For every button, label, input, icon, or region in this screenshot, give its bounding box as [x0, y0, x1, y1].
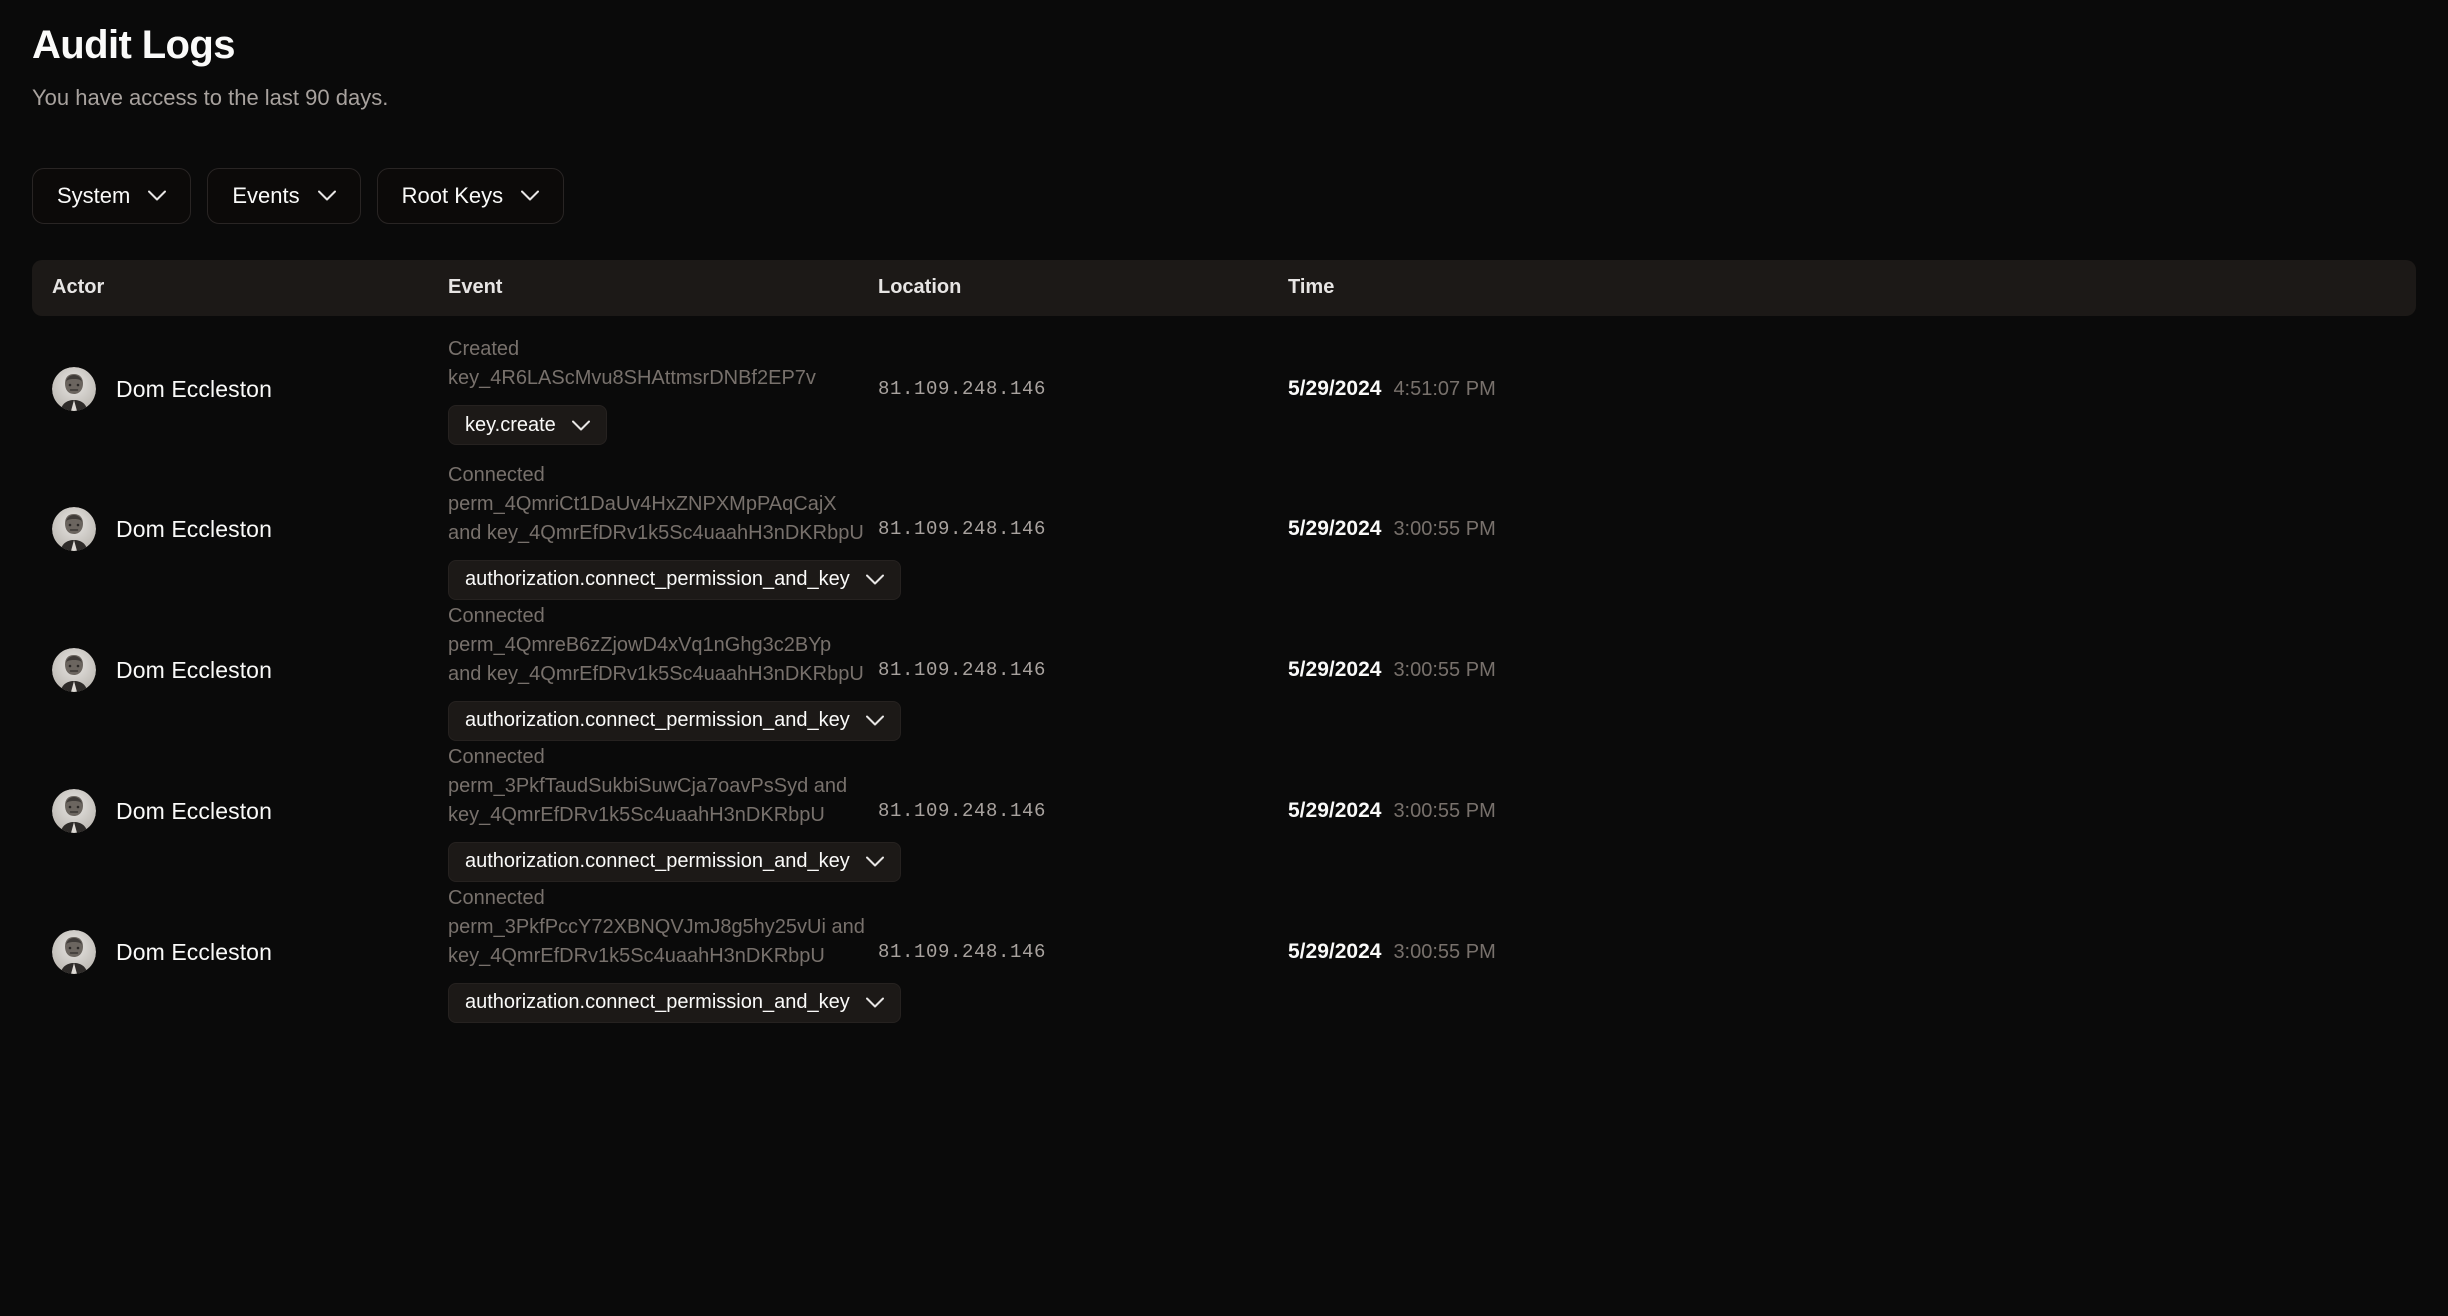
filter-system-label: System: [57, 182, 131, 208]
column-header-actor: Actor: [52, 276, 105, 299]
time-cell: 5/29/2024 4:51:07 PM: [1288, 377, 2416, 401]
location-ip: 81.109.248.146: [878, 378, 1047, 401]
filter-bar: System Events Root Keys: [32, 167, 2416, 224]
column-header-event: Event: [448, 276, 503, 299]
time-date: 5/29/2024: [1288, 658, 1382, 682]
event-type-badge[interactable]: key.create: [448, 405, 607, 446]
page-title: Audit Logs: [32, 23, 235, 67]
table-row[interactable]: Dom Eccleston Connected perm_4QmreB6zZjo…: [32, 600, 2416, 741]
event-description: Connected perm_3PkfPccY72XBNQVJmJ8g5hy25…: [448, 886, 865, 967]
time-clock: 4:51:07 PM: [1393, 378, 1496, 401]
event-type-badge[interactable]: authorization.connect_permission_and_key: [448, 841, 901, 882]
location-ip: 81.109.248.146: [878, 659, 1047, 682]
table-row[interactable]: Dom Eccleston Connected perm_3PkfTaudSuk…: [32, 741, 2416, 882]
filter-root-keys-label: Root Keys: [401, 182, 504, 208]
audit-logs-page: Audit Logs You have access to the last 9…: [0, 0, 2448, 1316]
filter-system-button[interactable]: System: [32, 167, 192, 224]
event-description: Connected perm_4QmriCt1DaUv4HxZNPXMpPAqC…: [448, 463, 864, 544]
column-header-time: Time: [1288, 276, 1335, 299]
event-type-label: authorization.connect_permission_and_key: [465, 568, 850, 591]
table-row[interactable]: Dom Eccleston Connected perm_3PkfPccY72X…: [32, 882, 2416, 1023]
avatar: [52, 648, 96, 693]
table-row[interactable]: Dom Eccleston Created key_4R6LAScMvu8SHA…: [32, 320, 2416, 459]
event-type-label: authorization.connect_permission_and_key: [465, 991, 850, 1014]
chevron-down-icon: [865, 715, 884, 726]
table-row[interactable]: Dom Eccleston Connected perm_4QmriCt1DaU…: [32, 459, 2416, 600]
actor-name: Dom Eccleston: [116, 375, 272, 402]
page-header: Audit Logs You have access to the last 9…: [32, 0, 2416, 113]
event-cell: Connected perm_3PkfPccY72XBNQVJmJ8g5hy25…: [448, 882, 901, 1023]
event-description: Connected perm_4QmreB6zZjowD4xVq1nGhg3c2…: [448, 604, 864, 685]
time-date: 5/29/2024: [1288, 377, 1382, 401]
avatar: [52, 930, 96, 975]
filter-root-keys-button[interactable]: Root Keys: [376, 167, 565, 224]
table-header-row: Actor Event Location Time: [32, 259, 2416, 316]
chevron-down-icon: [865, 574, 884, 585]
event-cell: Connected perm_4QmreB6zZjowD4xVq1nGhg3c2…: [448, 600, 901, 741]
chevron-down-icon: [865, 997, 884, 1008]
location-ip: 81.109.248.146: [878, 941, 1047, 964]
chevron-down-icon: [148, 190, 167, 201]
actor-cell: Dom Eccleston: [52, 930, 448, 975]
time-cell: 5/29/2024 3:00:55 PM: [1288, 940, 2416, 964]
event-cell: Created key_4R6LAScMvu8SHAttmsrDNBf2EP7v…: [448, 333, 878, 446]
chevron-down-icon: [521, 190, 540, 201]
time-clock: 3:00:55 PM: [1393, 659, 1496, 682]
avatar: [52, 367, 96, 412]
event-description: Connected perm_3PkfTaudSukbiSuwCja7oavPs…: [448, 745, 848, 826]
event-cell: Connected perm_4QmriCt1DaUv4HxZNPXMpPAqC…: [448, 459, 901, 600]
filter-events-label: Events: [232, 182, 300, 208]
table-body: Dom Eccleston Created key_4R6LAScMvu8SHA…: [32, 316, 2416, 1023]
time-cell: 5/29/2024 3:00:55 PM: [1288, 658, 2416, 682]
location-ip: 81.109.248.146: [878, 800, 1047, 823]
chevron-down-icon: [571, 420, 590, 431]
event-type-badge[interactable]: authorization.connect_permission_and_key: [448, 982, 901, 1023]
event-description: Created key_4R6LAScMvu8SHAttmsrDNBf2EP7v: [448, 338, 816, 390]
time-date: 5/29/2024: [1288, 799, 1382, 823]
chevron-down-icon: [317, 190, 336, 201]
time-cell: 5/29/2024 3:00:55 PM: [1288, 517, 2416, 541]
event-type-label: authorization.connect_permission_and_key: [465, 709, 850, 732]
actor-name: Dom Eccleston: [116, 797, 272, 824]
event-type-badge[interactable]: authorization.connect_permission_and_key: [448, 559, 901, 600]
time-clock: 3:00:55 PM: [1393, 518, 1496, 541]
event-type-label: authorization.connect_permission_and_key: [465, 850, 850, 873]
event-type-label: key.create: [465, 413, 556, 436]
actor-name: Dom Eccleston: [116, 656, 272, 683]
actor-cell: Dom Eccleston: [52, 648, 448, 693]
actor-cell: Dom Eccleston: [52, 507, 448, 552]
time-cell: 5/29/2024 3:00:55 PM: [1288, 799, 2416, 823]
location-ip: 81.109.248.146: [878, 518, 1047, 541]
avatar: [52, 789, 96, 834]
avatar: [52, 507, 96, 552]
actor-cell: Dom Eccleston: [52, 367, 448, 412]
event-type-badge[interactable]: authorization.connect_permission_and_key: [448, 700, 901, 741]
actor-name: Dom Eccleston: [116, 515, 272, 542]
audit-log-table: Actor Event Location Time Dom Eccleston …: [32, 259, 2416, 1023]
time-date: 5/29/2024: [1288, 940, 1382, 964]
filter-events-button[interactable]: Events: [207, 167, 361, 224]
column-header-location: Location: [878, 276, 962, 299]
time-clock: 3:00:55 PM: [1393, 800, 1496, 823]
event-cell: Connected perm_3PkfTaudSukbiSuwCja7oavPs…: [448, 741, 901, 882]
actor-name: Dom Eccleston: [116, 938, 272, 965]
time-date: 5/29/2024: [1288, 517, 1382, 541]
chevron-down-icon: [865, 856, 884, 867]
time-clock: 3:00:55 PM: [1393, 941, 1496, 964]
page-subtitle: You have access to the last 90 days.: [32, 85, 389, 110]
actor-cell: Dom Eccleston: [52, 789, 448, 834]
